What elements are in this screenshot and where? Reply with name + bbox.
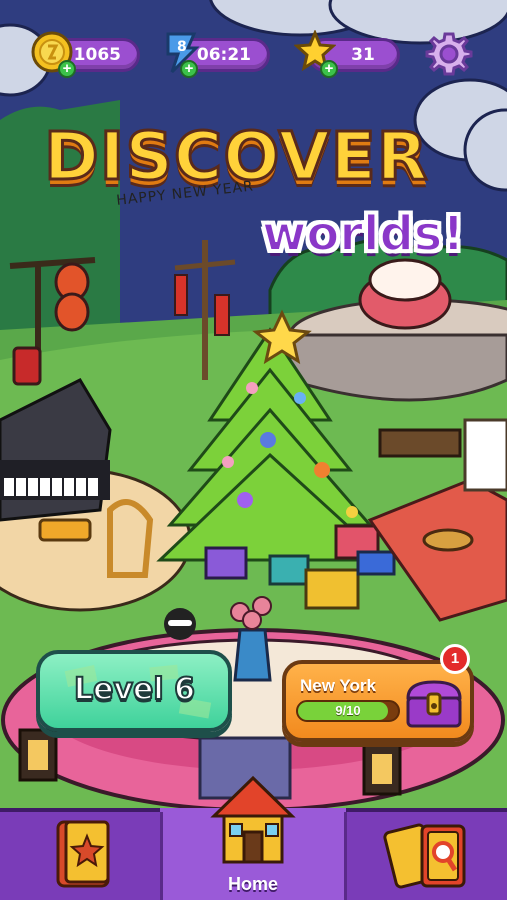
- add-energy-button[interactable]: +: [180, 60, 198, 78]
- nav-divider: [160, 812, 163, 900]
- treasure-chest-icon: [406, 680, 462, 728]
- house-icon: [210, 775, 296, 864]
- stars-value: 31: [351, 45, 375, 65]
- location-progress-text: 9/10: [335, 703, 361, 718]
- cards-magnifier-icon: [383, 823, 466, 889]
- nav-collection-tab[interactable]: [0, 808, 160, 900]
- add-stars-button[interactable]: +: [320, 60, 338, 78]
- level-label: Level 6: [73, 671, 196, 708]
- home-tab-label: Home: [227, 874, 278, 894]
- nav-cards-tab[interactable]: [346, 808, 507, 900]
- energy-count: 8: [177, 39, 187, 55]
- location-notification-badge: 1: [440, 644, 470, 674]
- nav-divider: [344, 812, 347, 900]
- promo-subtitle: worlds!: [261, 205, 465, 263]
- timer-value: 06:21: [196, 45, 251, 65]
- star-book-icon: [56, 820, 110, 888]
- gear-icon[interactable]: [425, 30, 473, 78]
- coins-value: 1065: [73, 45, 121, 65]
- add-coins-button[interactable]: +: [58, 60, 76, 78]
- location-name: New York: [300, 676, 376, 695]
